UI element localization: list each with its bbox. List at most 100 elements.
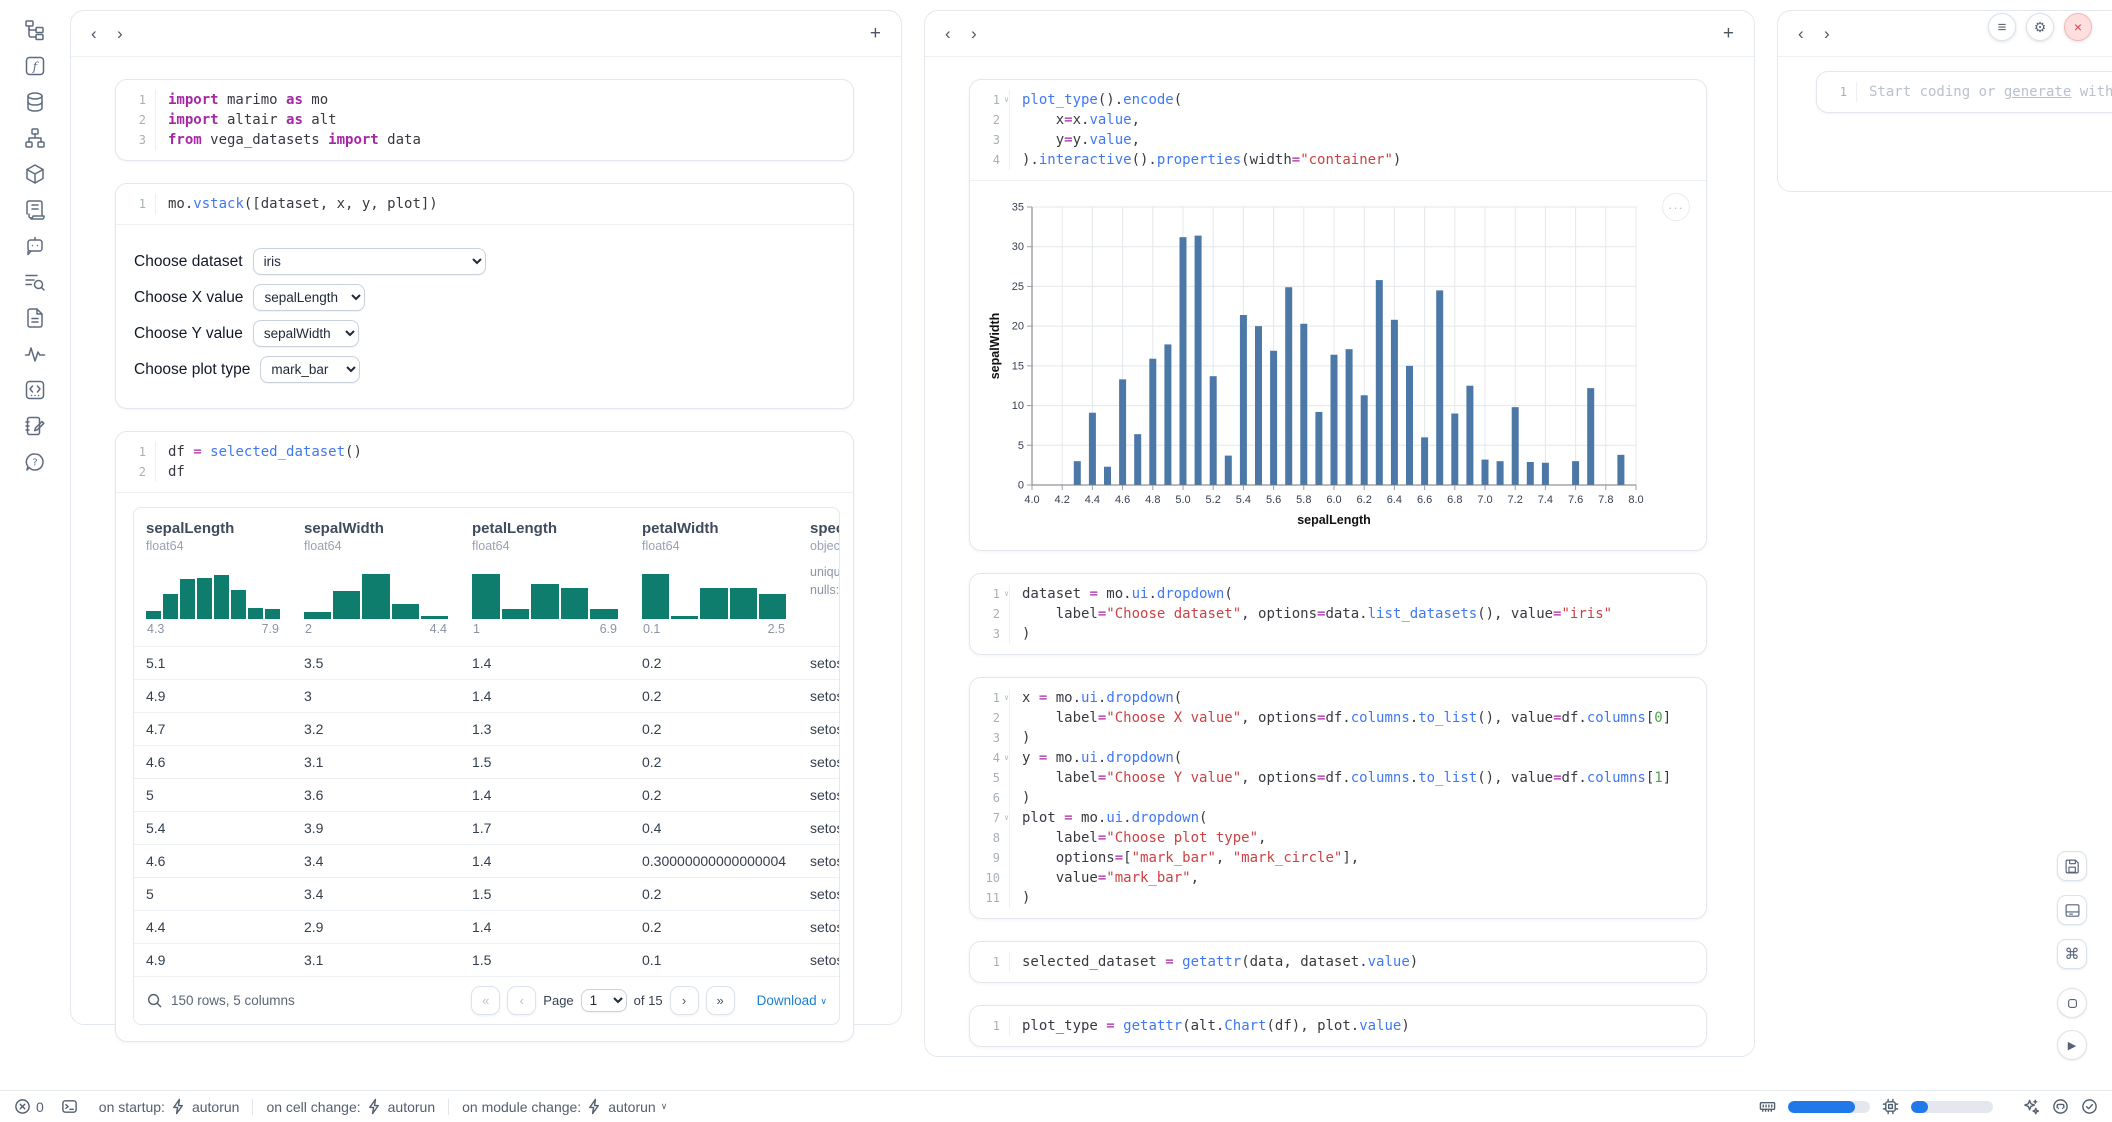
on-module-change-setting[interactable]: on module change: autorun ∨ — [462, 1098, 667, 1115]
x-value-dropdown[interactable]: sepalLength — [253, 284, 365, 311]
table-cell: 4.9 — [134, 680, 292, 713]
run-all-button[interactable]: ▶ — [2057, 1030, 2087, 1060]
fold-chevron-icon[interactable]: ∨ — [1004, 748, 1009, 768]
x-tick-label: 4.6 — [1115, 494, 1130, 506]
save-button[interactable] — [2057, 851, 2087, 881]
next-page-button[interactable]: › — [670, 986, 699, 1015]
scratchpad-toggle-button[interactable] — [2057, 988, 2087, 1018]
table-cell: 1.7 — [460, 812, 630, 845]
logs-icon[interactable] — [23, 198, 47, 222]
table-cell: 5.1 — [134, 647, 292, 680]
code-editor[interactable]: 1plot_type = getattr(alt.Chart(df), plot… — [970, 1006, 1706, 1046]
code-editor[interactable]: 1selected_dataset = getattr(data, datase… — [970, 942, 1706, 982]
tracing-icon[interactable] — [23, 342, 47, 366]
column-next-button[interactable]: › — [117, 24, 143, 44]
column-prev-button[interactable]: ‹ — [945, 24, 971, 44]
close-button[interactable]: × — [2064, 13, 2092, 41]
histogram-bar — [333, 591, 360, 619]
download-button[interactable]: Download ∨ — [757, 993, 827, 1008]
on-cell-change-setting[interactable]: on cell change: autorun — [266, 1098, 435, 1115]
code-editor[interactable]: 1import marimo as mo2import altair as al… — [116, 80, 853, 160]
dataset-dropdown[interactable]: iris — [253, 248, 486, 275]
packages-icon[interactable] — [23, 162, 47, 186]
code-editor[interactable]: 1 Start coding or generate with AI — [1817, 72, 2112, 112]
column-prev-button[interactable]: ‹ — [1798, 24, 1824, 44]
database-icon[interactable] — [23, 90, 47, 114]
cell-plot-type: 1plot_type = getattr(alt.Chart(df), plot… — [969, 1005, 1707, 1047]
chat-icon[interactable] — [23, 234, 47, 258]
line-number: 1 — [116, 90, 156, 110]
keyboard-shortcuts-button[interactable]: ⌘ — [2057, 939, 2087, 969]
code-editor[interactable]: 1∨x = mo.ui.dropdown(2 label="Choose X v… — [970, 678, 1706, 918]
scratchpad-icon[interactable] — [23, 414, 47, 438]
column-next-button[interactable]: › — [1824, 24, 1850, 44]
table-cell: 3.2 — [292, 713, 460, 746]
first-page-button[interactable]: « — [471, 986, 500, 1015]
notebook-column-3: ‹ › 1 Start coding or generate with AI — [1777, 10, 2112, 192]
column-prev-button[interactable]: ‹ — [91, 24, 117, 44]
generate-with-ai-link[interactable]: generate — [2004, 84, 2071, 100]
dependency-graph-icon[interactable] — [23, 126, 47, 150]
ai-sparkles-icon[interactable] — [2023, 1098, 2040, 1115]
search-icon[interactable] — [146, 992, 163, 1009]
code-editor[interactable]: 1∨dataset = mo.ui.dropdown(2 label="Choo… — [970, 574, 1706, 654]
fold-chevron-icon[interactable]: ∨ — [1004, 808, 1009, 828]
add-cell-button[interactable]: + — [1723, 23, 1734, 45]
terminal-icon[interactable] — [61, 1098, 78, 1115]
table-cell: 3.4 — [292, 845, 460, 878]
code-line: 1mo.vstack([dataset, x, y, plot]) — [116, 194, 853, 214]
code-editor[interactable]: 1df = selected_dataset()2df — [116, 432, 853, 492]
page-select[interactable]: 1 — [581, 989, 627, 1012]
square-icon — [2064, 995, 2081, 1012]
table-cell: 1.5 — [460, 944, 630, 977]
settings-gear-button[interactable]: ⚙ — [2026, 13, 2054, 41]
chart-menu-button[interactable]: ··· — [1662, 193, 1690, 221]
x-tick-label: 6.8 — [1447, 494, 1462, 506]
line-number: 2 — [970, 110, 1010, 130]
code-editor[interactable]: 1mo.vstack([dataset, x, y, plot]) — [116, 184, 853, 224]
y-value-dropdown[interactable]: sepalWidth — [253, 320, 359, 347]
on-startup-setting[interactable]: on startup: autorun — [99, 1098, 240, 1115]
chart-bar — [1482, 460, 1489, 485]
status-bar: 0 on startup: autorun on cell change: au… — [0, 1090, 2112, 1122]
chart-bar — [1300, 324, 1307, 485]
histogram-bar — [265, 609, 280, 619]
code-output-icon[interactable] — [23, 378, 47, 402]
help-icon[interactable]: ? — [23, 450, 47, 474]
code-line: 8 label="Choose plot type", — [970, 828, 1706, 848]
add-cell-button[interactable]: + — [870, 23, 881, 45]
table-cell: 1.5 — [460, 878, 630, 911]
fold-chevron-icon[interactable]: ∨ — [1004, 90, 1009, 110]
table-footer: 150 rows, 5 columns « ‹ Page 1 of 15 › »… — [134, 976, 839, 1024]
x-tick-label: 4.4 — [1085, 494, 1100, 506]
table-row: 5.13.51.40.2setosa — [134, 647, 840, 680]
line-number: 3 — [970, 624, 1010, 644]
x-axis-title: sepalLength — [1297, 513, 1371, 527]
altair-chart[interactable]: 4.04.24.44.64.85.05.25.45.65.86.06.26.46… — [970, 181, 1706, 550]
x-tick-label: 7.4 — [1538, 494, 1553, 506]
error-count-badge[interactable]: 0 — [14, 1098, 44, 1115]
table-cell: setosa — [798, 779, 840, 812]
layout-toggle-button[interactable] — [2057, 895, 2087, 925]
plot-type-dropdown[interactable]: mark_bar — [260, 356, 360, 383]
functions-icon[interactable]: f — [23, 54, 47, 78]
histogram — [146, 561, 280, 619]
code-line: 7∨plot = mo.ui.dropdown( — [970, 808, 1706, 828]
copilot-icon[interactable] — [2052, 1098, 2069, 1115]
search-logs-icon[interactable] — [23, 270, 47, 294]
last-page-button[interactable]: » — [706, 986, 735, 1015]
histogram-bar — [472, 574, 500, 619]
code-editor[interactable]: 1∨plot_type().encode(2 x=x.value,3 y=y.v… — [970, 80, 1706, 180]
fold-chevron-icon[interactable]: ∨ — [1004, 688, 1009, 708]
menu-button[interactable]: ≡ — [1988, 13, 2016, 41]
prev-page-button[interactable]: ‹ — [507, 986, 536, 1015]
dataframe-table: sepalLength float64 4.37.9 sepalWidth fl… — [133, 507, 840, 1025]
column-next-button[interactable]: › — [971, 24, 997, 44]
fold-chevron-icon[interactable]: ∨ — [1004, 584, 1009, 604]
snippets-icon[interactable] — [23, 306, 47, 330]
code-line: 1df = selected_dataset() — [116, 442, 853, 462]
table-row: 4.42.91.40.2setosa — [134, 911, 840, 944]
file-tree-icon[interactable] — [23, 18, 47, 42]
connection-status-icon[interactable] — [2081, 1098, 2098, 1115]
x-tick-label: 6.0 — [1326, 494, 1341, 506]
